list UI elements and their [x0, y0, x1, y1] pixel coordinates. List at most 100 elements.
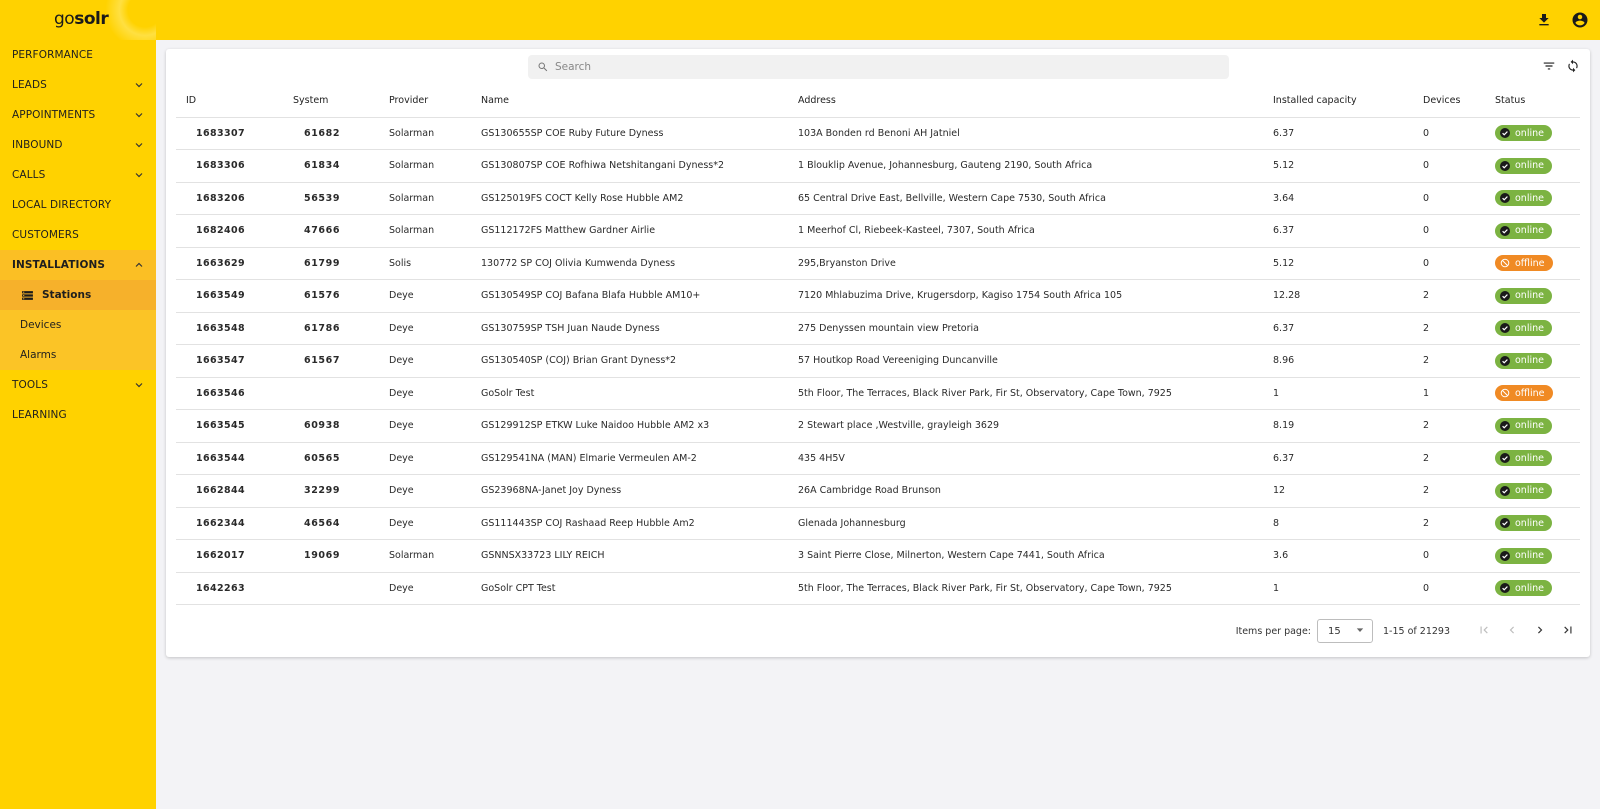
sidebar-item-appointments[interactable]: APPOINTMENTS [0, 100, 156, 130]
sidebar-item-performance[interactable]: PERFORMANCE [0, 40, 156, 70]
chevron-down-icon [134, 80, 144, 90]
sidebar-item-customers[interactable]: CUSTOMERS [0, 220, 156, 250]
cell-id: 1663549 [176, 279, 283, 313]
account-circle-icon[interactable] [1568, 8, 1592, 32]
cell-installed-capacity: 5.12 [1263, 149, 1413, 183]
cell-system: 56539 [283, 182, 379, 215]
filter-icon[interactable] [1540, 57, 1558, 75]
column-header-address[interactable]: Address [788, 85, 1263, 118]
check-circle-icon [1500, 225, 1510, 236]
column-header-system[interactable]: System [283, 85, 379, 118]
cell-status: online [1485, 507, 1580, 540]
sidebar-item-tools[interactable]: TOOLS [0, 370, 156, 400]
cell-id: 1683307 [176, 117, 283, 150]
column-header-provider[interactable]: Provider [379, 85, 471, 118]
cell-devices: 0 [1413, 539, 1485, 573]
column-header-name[interactable]: Name [471, 85, 788, 118]
status-text: online [1515, 290, 1544, 302]
sidebar-item-local-directory[interactable]: LOCAL DIRECTORY [0, 190, 156, 220]
cell-address: 7120 Mhlabuzima Drive, Krugersdorp, Kagi… [788, 279, 1263, 313]
table-row[interactable]: 1663545 60938 Deye GS129912SP ETKW Luke Nai… [176, 409, 1580, 443]
cell-name: GSNNSX33723 LILY REICH [471, 539, 788, 573]
cell-installed-capacity: 1 [1263, 377, 1413, 410]
cell-installed-capacity: 12 [1263, 474, 1413, 508]
first-page-button[interactable] [1470, 619, 1498, 643]
cell-id: 1663544 [176, 442, 283, 475]
table-row[interactable]: 1663548 61786 Deye GS130759SP TSH Juan Naud… [176, 312, 1580, 345]
refresh-icon[interactable] [1564, 57, 1582, 75]
cell-id: 1683206 [176, 182, 283, 215]
cell-status: offline [1485, 247, 1580, 280]
table-row[interactable]: 1663546 Deye GoSolr Test 5th Floor, The Ter… [176, 377, 1580, 410]
column-header-id[interactable]: ID [176, 85, 283, 118]
table-row[interactable]: 1662344 46564 Deye GS111443SP COJ Rashaad R… [176, 507, 1580, 540]
status-badge: offline [1495, 255, 1553, 272]
items-per-page-select[interactable]: 15 [1317, 619, 1374, 643]
cell-provider: Deye [379, 507, 471, 540]
sidebar-item-label: LEARNING [12, 409, 67, 421]
search-icon [537, 58, 549, 77]
status-text: online [1515, 550, 1544, 562]
cell-status: online [1485, 409, 1580, 443]
table-row[interactable]: 1663544 60565 Deye GS129541NA (MAN) Elmarie… [176, 442, 1580, 475]
table-row[interactable]: 1662844 32299 Deye GS23968NA-Janet Joy Dyne… [176, 474, 1580, 508]
cell-installed-capacity: 6.37 [1263, 442, 1413, 475]
cell-devices: 0 [1413, 247, 1485, 280]
sidebar-item-leads[interactable]: LEADS [0, 70, 156, 100]
sidebar-subitem-alarms[interactable]: Alarms [0, 340, 156, 370]
cell-installed-capacity: 5.12 [1263, 247, 1413, 280]
sidebar-subitem-stations[interactable]: Stations [0, 280, 156, 310]
next-page-button[interactable] [1526, 619, 1554, 643]
sidebar-subitem-label: Stations [42, 289, 92, 301]
cell-system: 61576 [283, 279, 379, 313]
table-row[interactable]: 1663629 61799 Solis 130772 SP COJ Olivia Ku… [176, 247, 1580, 280]
cell-system: 32299 [283, 474, 379, 508]
table-row[interactable]: 1682406 47666 Solarman GS112172FS Matthew G… [176, 214, 1580, 248]
status-badge: offline [1495, 385, 1553, 402]
table-row[interactable]: 1683206 56539 Solarman GS125019FS COCT Kell… [176, 182, 1580, 215]
status-text: online [1515, 322, 1544, 334]
status-badge: online [1495, 222, 1552, 239]
chevron-down-icon [134, 110, 144, 120]
logo-area: gosolr [0, 0, 156, 40]
previous-page-button[interactable] [1498, 619, 1526, 643]
table-row[interactable]: 1663547 61567 Deye GS130540SP (COJ) Brian G… [176, 344, 1580, 378]
table-row[interactable]: 1683307 61682 Solarman GS130655SP COE Ruby … [176, 117, 1580, 150]
logo-sun-graphic [105, 0, 156, 40]
column-header-status[interactable]: Status [1485, 85, 1580, 118]
cell-provider: Solarman [379, 214, 471, 248]
sidebar-item-learning[interactable]: LEARNING [0, 400, 156, 430]
cell-devices: 2 [1413, 507, 1485, 540]
check-circle-icon [1500, 323, 1510, 334]
sidebar-subitem-label: Alarms [20, 349, 57, 361]
table-row[interactable]: 1662017 19069 Solarman GSNNSX33723 LILY REI… [176, 539, 1580, 573]
status-badge: online [1495, 190, 1552, 207]
cell-id: 1642263 [176, 572, 283, 605]
sidebar-item-calls[interactable]: CALLS [0, 160, 156, 190]
brand-prefix: go [54, 9, 75, 29]
status-text: offline [1515, 257, 1545, 269]
download-icon[interactable] [1532, 8, 1556, 32]
cell-provider: Deye [379, 474, 471, 508]
cell-installed-capacity: 6.37 [1263, 214, 1413, 248]
cell-address: 1 Blouklip Avenue, Johannesburg, Gauteng… [788, 149, 1263, 183]
check-circle-icon [1500, 583, 1510, 594]
chevron-up-icon [134, 260, 144, 270]
table-row[interactable]: 1683306 61834 Solarman GS130807SP COE Rofhi… [176, 149, 1580, 183]
table-row[interactable]: 1663549 61576 Deye GS130549SP COJ Bafana Bl… [176, 279, 1580, 313]
cell-devices: 2 [1413, 344, 1485, 378]
search-input[interactable] [555, 61, 1195, 73]
sidebar-item-label: CALLS [12, 169, 46, 181]
cell-system: 46564 [283, 507, 379, 540]
sidebar-item-inbound[interactable]: INBOUND [0, 130, 156, 160]
chevron-down-icon [134, 170, 144, 180]
sidebar-subitem-devices[interactable]: Devices [0, 310, 156, 340]
sidebar-item-installations[interactable]: INSTALLATIONS [0, 250, 156, 280]
column-header-installed-capacity[interactable]: Installed capacity [1263, 85, 1413, 118]
brand-logo[interactable]: gosolr [54, 9, 109, 29]
last-page-button[interactable] [1554, 619, 1582, 643]
table-row[interactable]: 1642263 Deye GoSolr CPT Test 5th Floor, The… [176, 572, 1580, 605]
cell-id: 1663629 [176, 247, 283, 280]
page-range-label: 1-15 of 21293 [1383, 625, 1450, 637]
column-header-devices[interactable]: Devices [1413, 85, 1485, 118]
